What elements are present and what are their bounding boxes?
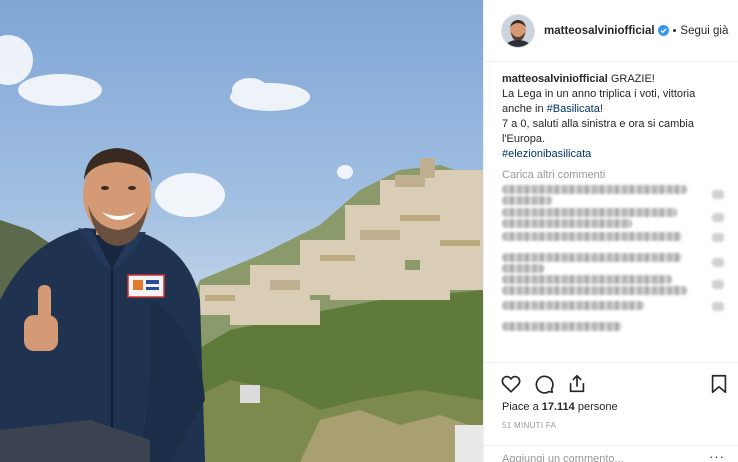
comment-like-icon[interactable]: [712, 280, 724, 289]
header-username[interactable]: matteosalviniofficial: [544, 25, 655, 37]
comment-item: [502, 296, 738, 319]
load-more-comments[interactable]: Carica altri commenti: [502, 168, 727, 183]
more-options-icon[interactable]: ···: [709, 449, 725, 462]
hashtag-elezionibasilicata[interactable]: #elezionibasilicata: [502, 147, 727, 162]
comment-text-blurred: [502, 232, 682, 241]
caption: matteosalviniofficial GRAZIE! La Lega in…: [502, 72, 727, 162]
hashtag-basilicata[interactable]: #Basilicata: [547, 103, 600, 115]
caption-line-4: 7 a 0, saluti alla sinistra e ora si cam…: [502, 118, 694, 130]
comment-item: [502, 183, 738, 206]
caption-line-5: l'Europa.: [502, 133, 546, 145]
likes-number: 17.114: [541, 401, 575, 413]
add-comment-input[interactable]: [502, 453, 692, 462]
caption-line-1: GRAZIE!: [610, 73, 655, 85]
comment-item: [502, 228, 738, 251]
comment-item: [502, 318, 738, 341]
caption-line-3-text: anche in: [502, 103, 547, 115]
post-photo-illustration: [0, 35, 483, 462]
comment-list: [502, 183, 738, 341]
comment-text-blurred: [502, 218, 632, 228]
comment-text-blurred: [502, 196, 552, 205]
likes-suffix: persone: [574, 401, 618, 413]
comment-like-icon[interactable]: [712, 212, 724, 222]
comment-text-blurred: [502, 185, 687, 194]
comment-like-icon[interactable]: [712, 257, 724, 267]
comment-like-icon[interactable]: [712, 190, 724, 199]
verified-badge-icon: [657, 25, 669, 36]
comment-text-blurred: [502, 275, 672, 284]
share-icon[interactable]: [566, 373, 588, 395]
comment-text-blurred: [502, 286, 687, 295]
add-comment-bar: ···: [484, 445, 738, 462]
heart-icon[interactable]: [500, 373, 522, 395]
comment-item: [502, 251, 738, 274]
caption-line-2: La Lega in un anno triplica i voti, vitt…: [502, 88, 696, 100]
caption-area: matteosalviniofficial GRAZIE! La Lega in…: [502, 72, 727, 183]
follow-separator: •: [672, 24, 677, 37]
caption-username[interactable]: matteosalviniofficial: [502, 73, 608, 85]
bookmark-icon[interactable]: [708, 373, 730, 395]
post-actions: Piace a 17.114 persone 51 MINUTI FA ···: [484, 362, 738, 462]
comment-text-blurred: [502, 322, 622, 331]
comment-bubble-icon[interactable]: [533, 373, 555, 395]
comment-item: [502, 206, 738, 229]
avatar-image: [502, 14, 534, 47]
caption-line-3: anche in #Basilicata!: [502, 102, 727, 117]
post-photo: [0, 0, 483, 462]
likes-count[interactable]: Piace a 17.114 persone: [502, 401, 618, 413]
post-timestamp: 51 MINUTI FA: [502, 421, 557, 430]
action-icons: [500, 373, 730, 397]
comment-like-icon[interactable]: [712, 301, 724, 311]
comment-text-blurred: [502, 300, 644, 310]
following-button[interactable]: Segui già: [680, 25, 728, 37]
post-header: matteosalviniofficial • Segui già: [484, 0, 738, 62]
post-side-panel: matteosalviniofficial • Segui già matteo…: [483, 0, 738, 462]
comment-like-icon[interactable]: [712, 233, 724, 242]
caption-line-3-suffix: !: [599, 103, 603, 115]
avatar[interactable]: [502, 14, 534, 47]
comment-item: [502, 273, 738, 296]
likes-prefix: Piace a: [502, 401, 542, 413]
comment-text-blurred: [502, 263, 544, 273]
comment-text-blurred: [502, 207, 677, 217]
comment-text-blurred: [502, 252, 682, 262]
